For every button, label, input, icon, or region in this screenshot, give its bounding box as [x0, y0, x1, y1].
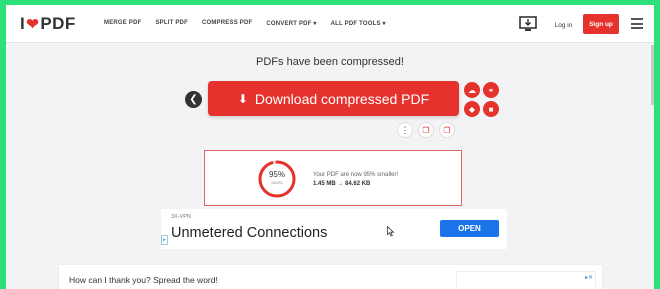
- more-options-button[interactable]: ⋮: [397, 122, 413, 138]
- mouse-cursor-icon: [387, 226, 395, 237]
- logo-letter: I: [20, 14, 26, 33]
- page-title: PDFs have been compressed!: [256, 56, 404, 68]
- pdf-tool-icon: ❐: [443, 125, 451, 135]
- trash-icon: ■: [488, 104, 494, 114]
- savings-percent: 95%: [268, 170, 285, 179]
- ad-brand: 3X-VPN: [171, 214, 191, 220]
- back-arrow-button[interactable]: ❮: [185, 91, 202, 108]
- more-vertical-icon: ⋮: [400, 124, 410, 135]
- share-ad-slot[interactable]: ▸✕: [456, 271, 596, 289]
- pdf-tool-icon: ❐: [422, 125, 430, 135]
- share-section: How can I thank you? Spread the word! ▸✕: [58, 264, 603, 289]
- scrollbar[interactable]: [651, 45, 654, 105]
- browser-page: I ❤ PDF MERGE PDF SPLIT PDF COMPRESS PDF…: [6, 5, 654, 289]
- ad-choices-icon[interactable]: ▸: [161, 235, 168, 245]
- dropbox-button[interactable]: ◆: [464, 101, 480, 117]
- nav-merge-pdf[interactable]: MERGE PDF: [104, 20, 141, 27]
- advertisement-banner[interactable]: 3X-VPN Unmetered Connections ▸ OPEN: [161, 209, 507, 249]
- continue-tool-button-1[interactable]: ❐: [418, 122, 434, 138]
- nav-compress-pdf[interactable]: COMPRESS PDF: [202, 20, 252, 27]
- savings-progress-ring: [258, 160, 296, 198]
- ilovepdf-logo[interactable]: I ❤ PDF: [20, 14, 76, 34]
- result-message: Your PDF are now 95% smaller!: [313, 172, 399, 178]
- share-heading: How can I thank you? Spread the word!: [69, 275, 218, 285]
- delete-button[interactable]: ■: [483, 101, 499, 117]
- link-icon: ⚭: [487, 85, 495, 95]
- result-size-change: 1.45 MB → 84.62 KB: [313, 181, 371, 187]
- hamburger-menu-icon[interactable]: [631, 18, 643, 29]
- upload-cloud-button[interactable]: ☁: [464, 82, 480, 98]
- login-button[interactable]: Log in: [547, 16, 580, 34]
- cloud-icon: ☁: [468, 85, 476, 95]
- dropbox-icon: ◆: [468, 104, 476, 114]
- copy-link-button[interactable]: ⚭: [483, 82, 499, 98]
- ad-title[interactable]: Unmetered Connections: [171, 225, 327, 241]
- download-button-label: Download compressed PDF: [254, 90, 430, 107]
- nav-convert-pdf[interactable]: CONVERT PDF ▾: [266, 20, 316, 27]
- main-nav: MERGE PDF SPLIT PDF COMPRESS PDF CONVERT…: [104, 20, 400, 27]
- heart-icon: ❤: [26, 16, 40, 33]
- compression-result-box: 95% SAVED Your PDF are now 95% smaller! …: [204, 150, 462, 206]
- nav-all-pdf-tools[interactable]: ALL PDF TOOLS ▾: [331, 20, 386, 27]
- logo-text: PDF: [40, 14, 76, 33]
- savings-caption: SAVED: [271, 181, 283, 185]
- ad-close-icon[interactable]: ▸✕: [585, 274, 593, 281]
- arrow-left-icon: ❮: [189, 94, 198, 105]
- nav-split-pdf[interactable]: SPLIT PDF: [155, 20, 187, 27]
- download-compressed-button[interactable]: ⬇ Download compressed PDF: [208, 81, 459, 116]
- top-header: I ❤ PDF MERGE PDF SPLIT PDF COMPRESS PDF…: [6, 5, 654, 43]
- desktop-download-icon[interactable]: [519, 15, 537, 33]
- ad-open-button[interactable]: OPEN: [440, 220, 499, 237]
- signup-button[interactable]: Sign up: [583, 14, 619, 34]
- download-icon: ⬇: [237, 91, 248, 106]
- continue-tool-button-2[interactable]: ❐: [439, 122, 455, 138]
